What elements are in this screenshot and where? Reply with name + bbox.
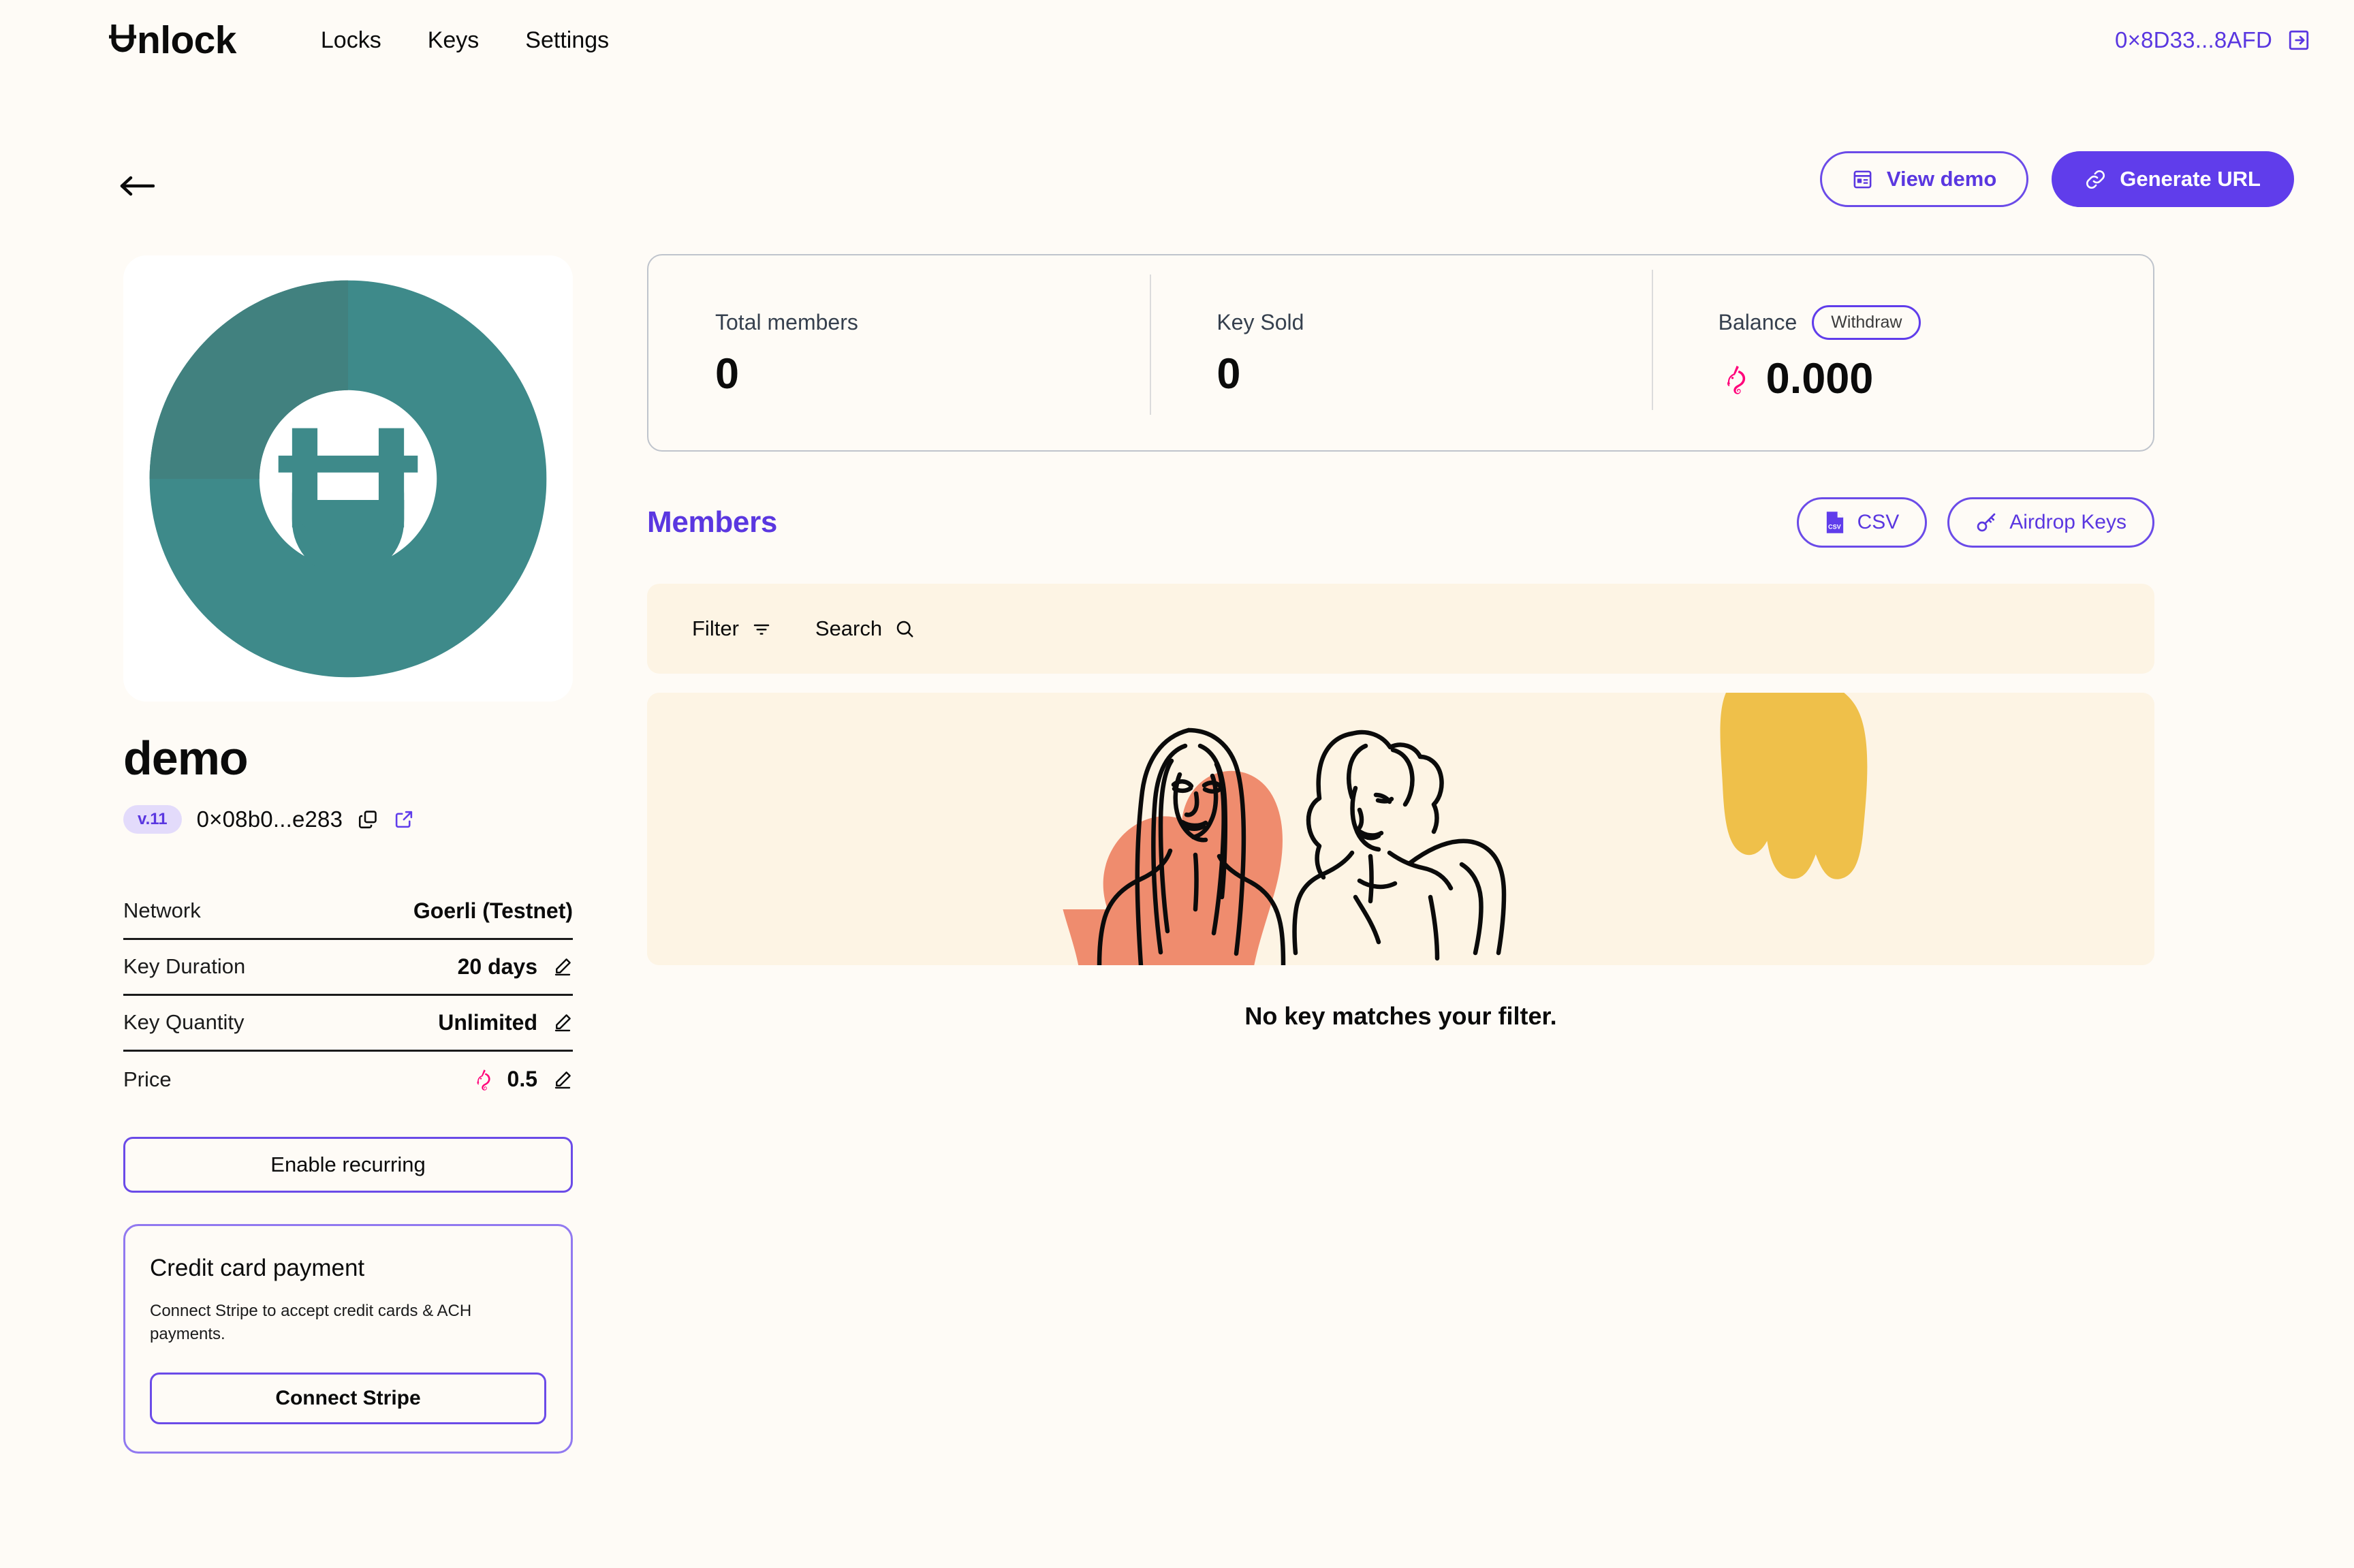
airdrop-keys-button[interactable]: Airdrop Keys <box>1947 497 2154 548</box>
lock-avatar <box>123 255 573 702</box>
members-empty-state: No key matches your filter. <box>647 693 2154 1031</box>
detail-label: Key Quantity <box>123 1010 245 1034</box>
lock-details-table: Network Goerli (Testnet) Key Duration 20… <box>123 884 573 1108</box>
search-label: Search <box>815 616 883 640</box>
csv-label: CSV <box>1857 511 1900 533</box>
nav-locks[interactable]: Locks <box>321 27 381 54</box>
wallet-address: 0×8D33...8AFD <box>2115 27 2272 52</box>
enable-recurring-button[interactable]: Enable recurring <box>123 1136 573 1193</box>
copy-icon[interactable] <box>358 809 379 830</box>
balance-amount: 0.000 <box>1766 355 1874 403</box>
back-button[interactable] <box>119 172 155 200</box>
detail-value-wrap: Goerli (Testnet) <box>413 898 573 924</box>
search-button[interactable]: Search <box>815 616 915 641</box>
unlock-lock-avatar-icon <box>149 280 547 677</box>
main-nav: Locks Keys Settings <box>321 27 609 54</box>
price-amount: 0.5 <box>507 1067 537 1091</box>
arrow-left-icon <box>119 174 155 198</box>
detail-row-price: Price 0.5 <box>123 1052 573 1108</box>
filter-lines-icon <box>751 618 772 639</box>
members-filter-bar: Filter Search <box>647 584 2154 674</box>
view-demo-button[interactable]: View demo <box>1819 151 2029 207</box>
detail-value: Goerli (Testnet) <box>413 898 573 923</box>
detail-value-wrap: 20 days <box>458 954 573 979</box>
lock-detail-page: nlock Locks Keys Settings 0×8D33...8AFD <box>0 0 2354 1568</box>
search-icon <box>894 618 915 639</box>
stat-head: Balance Withdraw <box>1719 305 2153 340</box>
app-header: nlock Locks Keys Settings 0×8D33...8AFD <box>0 0 2354 80</box>
lock-version-badge: v.11 <box>123 804 182 834</box>
stat-label: Key Sold <box>1217 310 1304 334</box>
csv-file-icon: CSV <box>1825 511 1845 534</box>
stat-key-sold: Key Sold 0 <box>1150 275 1651 415</box>
lock-address: 0×08b0...e283 <box>196 806 343 832</box>
brand-name: nlock <box>137 18 236 62</box>
filter-button[interactable]: Filter <box>692 616 772 641</box>
lock-sidebar: demo v.11 0×08b0...e283 Network Goerli (… <box>123 255 573 1454</box>
stat-total-members: Total members 0 <box>648 310 1150 396</box>
stats-card: Total members 0 Key Sold 0 Balance Withd… <box>647 254 2154 452</box>
unicorn-token-icon <box>471 1067 497 1093</box>
lock-meta: v.11 0×08b0...e283 <box>123 804 573 834</box>
stat-label: Total members <box>715 310 858 334</box>
stat-head: Key Sold <box>1217 310 1651 335</box>
svg-text:CSV: CSV <box>1828 524 1841 531</box>
link-icon <box>2085 169 2106 190</box>
airdrop-label: Airdrop Keys <box>2009 511 2127 533</box>
logout-icon[interactable] <box>2287 29 2310 52</box>
credit-card-payment-card: Credit card payment Connect Stripe to ac… <box>123 1223 573 1454</box>
lock-name: demo <box>123 732 249 785</box>
detail-value: Unlimited <box>438 1009 537 1035</box>
wallet-button[interactable]: 0×8D33...8AFD <box>2115 27 2310 53</box>
unlock-u-icon <box>109 23 136 53</box>
generate-url-button[interactable]: Generate URL <box>2052 151 2294 207</box>
pencil-edit-icon[interactable] <box>552 956 573 977</box>
detail-row-key-quantity: Key Quantity Unlimited <box>123 996 573 1052</box>
stat-head: Total members <box>715 310 1150 335</box>
connect-stripe-button[interactable]: Connect Stripe <box>150 1373 546 1425</box>
nav-keys[interactable]: Keys <box>428 27 480 54</box>
pencil-edit-icon[interactable] <box>552 1012 573 1033</box>
detail-value-wrap: Unlimited <box>438 1010 573 1035</box>
detail-label: Price <box>123 1067 172 1091</box>
members-actions: CSV CSV Airdrop Keys <box>1796 497 2154 548</box>
external-link-icon[interactable] <box>394 809 415 830</box>
stat-value-balance: 0.000 <box>1719 358 2153 401</box>
top-action-bar: View demo Generate URL <box>1819 151 2294 207</box>
empty-state-message: No key matches your filter. <box>1244 1002 1557 1030</box>
stripe-card-description: Connect Stripe to accept credit cards & … <box>150 1301 472 1344</box>
detail-row-network: Network Goerli (Testnet) <box>123 884 573 940</box>
pencil-edit-icon[interactable] <box>552 1069 573 1090</box>
withdraw-button[interactable]: Withdraw <box>1812 305 1921 340</box>
members-title: Members <box>647 505 778 539</box>
detail-label: Key Duration <box>123 954 246 978</box>
brand-logo[interactable]: nlock <box>109 18 236 62</box>
layout-preview-icon <box>1852 169 1873 190</box>
detail-value-price: 0.5 <box>471 1067 537 1093</box>
stripe-card-title: Credit card payment <box>150 1254 365 1281</box>
lock-main-content: Total members 0 Key Sold 0 Balance Withd… <box>647 254 2154 1031</box>
stat-value: 0 <box>1217 350 1241 398</box>
csv-export-button[interactable]: CSV CSV <box>1796 497 1928 548</box>
detail-value-wrap: 0.5 <box>471 1067 573 1093</box>
nav-settings[interactable]: Settings <box>525 27 609 54</box>
unicorn-token-icon <box>1719 362 1754 397</box>
detail-label: Network <box>123 898 201 922</box>
members-section-header: Members CSV CSV Airdrop Keys <box>647 492 2154 552</box>
stat-balance: Balance Withdraw 0.000 <box>1651 270 2153 410</box>
key-icon <box>1975 512 1997 533</box>
filter-label: Filter <box>692 616 739 640</box>
detail-value: 20 days <box>457 954 537 979</box>
view-demo-label: View demo <box>1886 167 1997 191</box>
detail-row-key-duration: Key Duration 20 days <box>123 940 573 996</box>
generate-url-label: Generate URL <box>2120 167 2261 191</box>
stat-label: Balance <box>1718 310 1798 334</box>
two-people-line-art-illustration <box>647 693 2154 965</box>
stat-value: 0 <box>715 350 740 398</box>
